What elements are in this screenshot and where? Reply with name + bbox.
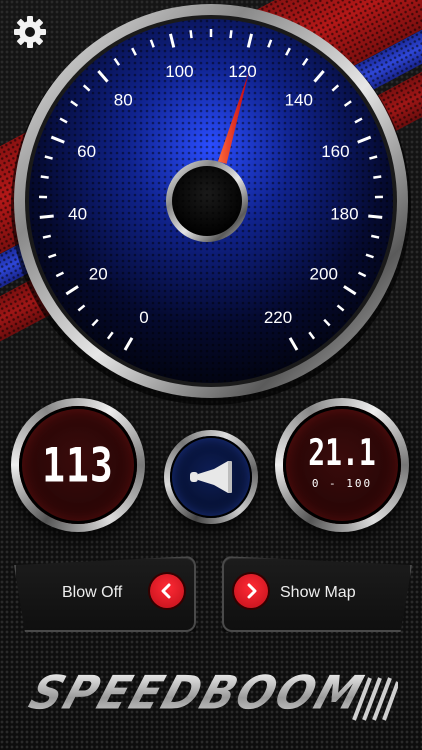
chevron-left-icon <box>150 574 184 608</box>
acceleration-time-value: 21.1 <box>308 431 376 474</box>
speed-label: 120 <box>228 62 256 81</box>
speed-tick <box>229 30 233 39</box>
speedometer: 0 20 40 60 80 100 120 140 160 180 200 220 <box>11 4 411 405</box>
gear-icon[interactable] <box>12 14 48 50</box>
speed-label: 40 <box>68 205 87 224</box>
speed-label: 200 <box>310 264 338 283</box>
speed-tick <box>373 175 382 179</box>
current-speed-value: 113 <box>42 437 114 493</box>
speed-label: 100 <box>165 62 193 81</box>
speed-tick <box>39 214 54 219</box>
speed-label: 80 <box>114 91 133 110</box>
speed-label: 220 <box>264 308 292 327</box>
speed-tick <box>42 234 52 239</box>
speed-tick <box>370 234 380 239</box>
horn-icon <box>190 461 232 493</box>
speed-label: 160 <box>321 142 349 161</box>
speed-tick <box>189 30 193 39</box>
speed-label: 180 <box>330 205 358 224</box>
speed-readout-gauge: 113 <box>11 398 145 532</box>
speed-label: 20 <box>89 264 108 283</box>
speed-tick <box>368 214 383 219</box>
chevron-right-icon <box>234 574 268 608</box>
speed-tick <box>40 175 49 179</box>
speed-label: 60 <box>77 142 96 161</box>
blow-off-button[interactable]: Blow Off <box>14 556 196 632</box>
speed-label: 140 <box>285 91 313 110</box>
show-map-button[interactable]: Show Map <box>222 556 412 632</box>
show-map-label: Show Map <box>280 584 356 601</box>
blow-off-label: Blow Off <box>62 584 123 601</box>
speed-label: 0 <box>139 308 148 327</box>
horn-button[interactable] <box>164 430 258 524</box>
acceleration-timer-gauge: 21.1 0 - 100 <box>275 398 409 532</box>
acceleration-range-label: 0 - 100 <box>311 477 373 490</box>
logo-speed-lines <box>352 677 398 721</box>
